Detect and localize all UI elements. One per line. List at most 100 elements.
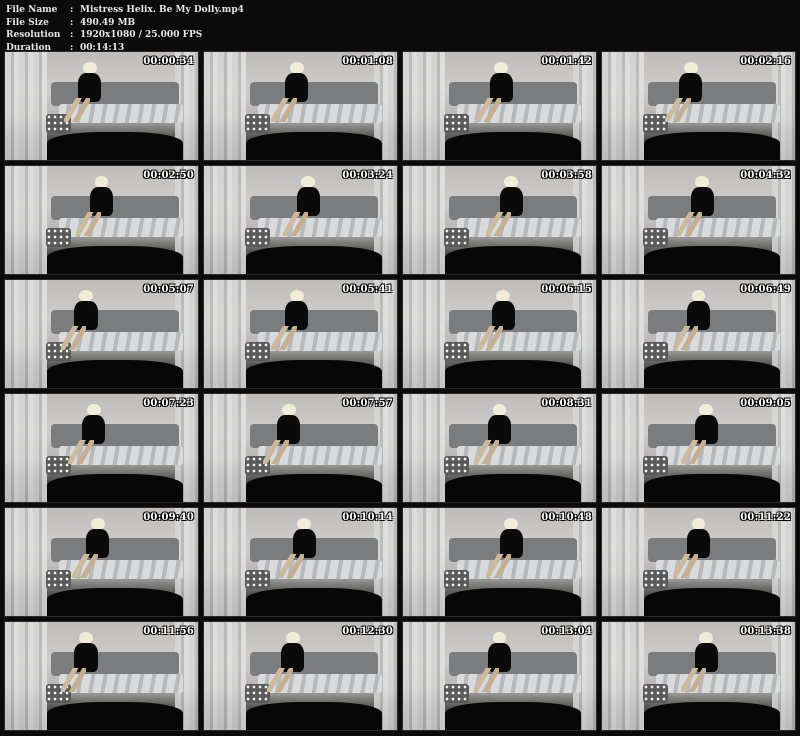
figure-legs	[680, 668, 707, 693]
figure-hair	[494, 61, 509, 74]
video-thumbnail[interactable]: 00:00:34	[4, 51, 199, 161]
video-thumbnail[interactable]: 00:07:23	[4, 393, 199, 503]
side-stool	[443, 227, 469, 247]
video-thumbnail[interactable]: 00:13:04	[402, 621, 597, 731]
thumbnail-timestamp: 00:06:15	[541, 284, 592, 295]
video-thumbnail[interactable]: 00:02:50	[4, 165, 199, 275]
thumbnail-timestamp: 00:08:31	[541, 398, 592, 409]
thumbnail-timestamp: 00:03:24	[342, 170, 393, 181]
curtain	[204, 622, 247, 730]
side-stool	[244, 227, 270, 247]
thumbnail-timestamp: 00:03:58	[541, 170, 592, 181]
video-thumbnail[interactable]: 00:07:57	[203, 393, 398, 503]
person-figure	[64, 61, 102, 123]
video-thumbnail[interactable]: 00:01:42	[402, 51, 597, 161]
curtain	[5, 622, 48, 730]
side-stool	[244, 341, 270, 361]
person-figure	[263, 403, 301, 465]
black-fabric	[445, 473, 581, 502]
video-thumbnail[interactable]: 00:10:48	[402, 507, 597, 617]
curtain	[204, 166, 247, 274]
video-thumbnail[interactable]: 00:06:15	[402, 279, 597, 389]
figure-hair	[695, 175, 710, 188]
black-fabric	[246, 131, 382, 160]
figure-hair	[504, 517, 519, 530]
headboard	[449, 652, 577, 676]
figure-legs	[485, 554, 512, 579]
separator: :	[70, 5, 74, 15]
video-thumbnail[interactable]: 00:03:58	[402, 165, 597, 275]
file-size-value: 490.49 MB	[80, 17, 136, 28]
figure-hair	[82, 61, 97, 74]
figure-legs	[673, 326, 699, 351]
file-info-header: File Name : Mistress Helix. Be My Dolly.…	[6, 4, 244, 54]
thumbnail-timestamp: 00:12:30	[342, 626, 393, 637]
video-thumbnail[interactable]: 00:11:56	[4, 621, 199, 731]
person-figure	[68, 403, 106, 465]
figure-hair	[492, 403, 507, 416]
figure-legs	[267, 668, 293, 693]
figure-hair	[683, 61, 698, 74]
file-size-row: File Size : 490.49 MB	[6, 17, 244, 30]
black-fabric	[246, 587, 382, 616]
video-thumbnail[interactable]: 00:09:40	[4, 507, 199, 617]
video-thumbnail[interactable]: 00:13:38	[601, 621, 796, 731]
curtain	[204, 52, 247, 160]
figure-hair	[281, 403, 296, 416]
side-stool	[443, 113, 469, 133]
person-figure	[60, 631, 98, 693]
person-figure	[676, 175, 714, 237]
thumbnail-timestamp: 00:06:49	[740, 284, 791, 295]
side-stool	[45, 455, 71, 475]
video-thumbnail[interactable]: 00:10:14	[203, 507, 398, 617]
figure-hair	[492, 631, 507, 644]
video-thumbnail[interactable]: 00:04:32	[601, 165, 796, 275]
headboard	[648, 310, 776, 334]
side-stool	[244, 113, 270, 133]
person-figure	[485, 517, 523, 579]
thumbnail-timestamp: 00:13:04	[541, 626, 592, 637]
resolution-value: 1920x1080 / 25.000 FPS	[80, 30, 203, 40]
headboard	[449, 82, 577, 106]
black-fabric	[445, 587, 581, 616]
curtain	[403, 394, 446, 502]
figure-hair	[504, 175, 519, 188]
bed	[457, 331, 581, 352]
video-thumbnail[interactable]: 00:03:24	[203, 165, 398, 275]
figure-hair	[297, 517, 312, 530]
curtain	[602, 622, 645, 730]
side-stool	[45, 569, 71, 589]
figure-legs	[263, 440, 289, 465]
video-thumbnail[interactable]: 00:12:30	[203, 621, 398, 731]
video-thumbnail[interactable]: 00:06:49	[601, 279, 796, 389]
figure-hair	[79, 289, 93, 302]
black-fabric	[445, 131, 581, 160]
side-stool	[642, 227, 668, 247]
headboard	[51, 538, 179, 562]
person-figure	[673, 517, 711, 579]
thumbnail-timestamp: 00:13:38	[740, 626, 791, 637]
file-name-label: File Name	[6, 5, 58, 15]
black-fabric	[246, 359, 382, 388]
person-figure	[267, 631, 305, 693]
person-figure	[680, 403, 718, 465]
video-thumbnail[interactable]: 00:11:22	[601, 507, 796, 617]
video-thumbnail[interactable]: 00:08:31	[402, 393, 597, 503]
video-thumbnail[interactable]: 00:02:16	[601, 51, 796, 161]
video-thumbnail[interactable]: 00:05:07	[4, 279, 199, 389]
curtain	[403, 166, 446, 274]
figure-legs	[271, 326, 297, 351]
figure-legs	[665, 98, 691, 123]
figure-legs	[676, 212, 703, 237]
curtain	[602, 394, 645, 502]
video-thumbnail[interactable]: 00:05:41	[203, 279, 398, 389]
thumbnail-timestamp: 00:10:48	[541, 512, 592, 523]
person-figure	[477, 289, 515, 351]
curtain	[5, 394, 48, 502]
person-figure	[475, 61, 513, 123]
black-fabric	[47, 359, 183, 388]
video-thumbnail[interactable]: 00:09:05	[601, 393, 796, 503]
black-fabric	[445, 359, 581, 388]
video-thumbnail[interactable]: 00:01:08	[203, 51, 398, 161]
figure-legs	[282, 212, 309, 237]
